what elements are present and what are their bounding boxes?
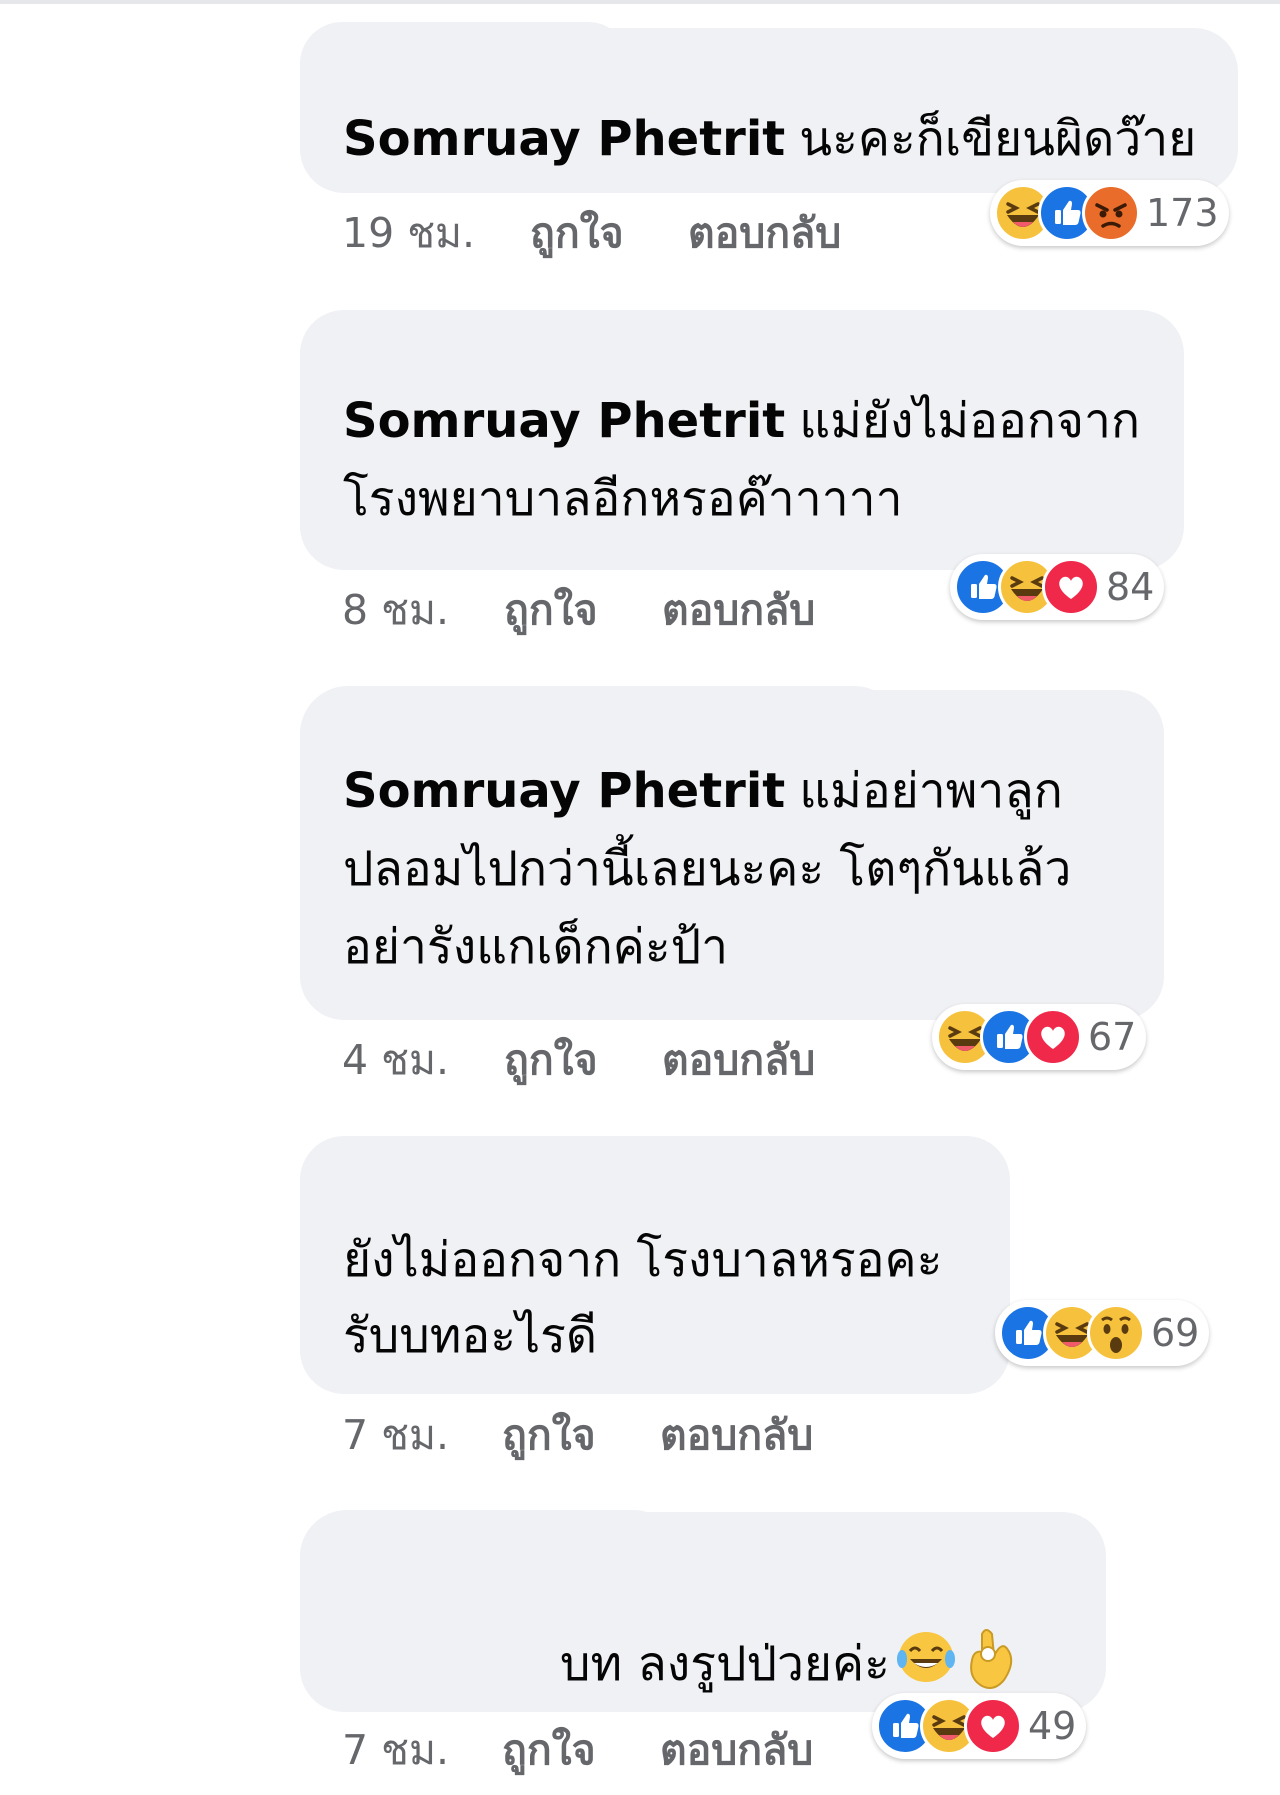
reaction-summary[interactable]: 84: [950, 554, 1165, 620]
comment-time[interactable]: 7 ชม.: [342, 1403, 502, 1468]
like-button[interactable]: ถูกใจ: [504, 1028, 662, 1093]
love-icon: [1042, 558, 1100, 616]
comment-bubble: บท ลงรูปป่วยค่ะ: [300, 1512, 1106, 1712]
wow-icon: [1087, 1304, 1145, 1362]
comment-text: โรงพยาบาลอีกหรอค๊าาาาา: [343, 471, 903, 527]
angry-icon: [1082, 184, 1140, 242]
reaction-summary[interactable]: 49: [872, 1693, 1087, 1759]
reaction-summary[interactable]: 67: [932, 1004, 1147, 1070]
comment-text: แม่อย่าพาลูก: [799, 763, 1063, 819]
reaction-count: 67: [1088, 1015, 1137, 1059]
reply-button[interactable]: ตอบกลับ: [660, 1718, 813, 1783]
reply-button[interactable]: ตอบกลับ: [662, 578, 815, 643]
like-button[interactable]: ถูกใจ: [530, 201, 688, 266]
comment-bubble: Somruay Phetrit แม่อย่าพาลูก ปลอมไปกว่านี…: [300, 690, 1164, 1020]
reaction-count: 84: [1106, 565, 1155, 609]
comment-bubble: Somruay Phetrit แม่ยังไม่ออกจาก โรงพยาบาล…: [300, 310, 1184, 570]
comment-author[interactable]: Somruay Phetrit: [343, 393, 785, 449]
comment-meta: 4 ชม. ถูกใจ ตอบกลับ: [342, 1028, 815, 1093]
comment-time[interactable]: 8 ชม.: [342, 578, 504, 643]
comment-meta: 8 ชม. ถูกใจ ตอบกลับ: [342, 578, 815, 643]
reaction-summary[interactable]: 173: [990, 180, 1229, 246]
reply-button[interactable]: ตอบกลับ: [662, 1028, 815, 1093]
comment-time[interactable]: 19 ชม.: [342, 201, 530, 266]
reaction-summary[interactable]: 69: [995, 1300, 1210, 1366]
like-button[interactable]: ถูกใจ: [502, 1403, 660, 1468]
comment-meta: 7 ชม. ถูกใจ ตอบกลับ: [342, 1718, 813, 1783]
like-button[interactable]: ถูกใจ: [504, 578, 662, 643]
love-icon: [1024, 1008, 1082, 1066]
comment-text: ปลอมไปกว่านี้เลยนะคะ โตๆกันแล้ว: [343, 841, 1072, 897]
top-divider: [0, 0, 1280, 4]
comment-time[interactable]: 7 ชม.: [342, 1718, 502, 1783]
like-button[interactable]: ถูกใจ: [502, 1718, 660, 1783]
comment-author[interactable]: Somruay Phetrit: [343, 111, 785, 167]
reaction-count: 173: [1146, 191, 1219, 235]
comment-time[interactable]: 4 ชม.: [342, 1028, 504, 1093]
comment-author[interactable]: Somruay Phetrit: [343, 763, 785, 819]
comment-text: รับบทอะไรดี: [343, 1308, 598, 1364]
comment-meta: 19 ชม. ถูกใจ ตอบกลับ: [342, 201, 841, 266]
comment-text: นะคะก็เขียนผิดว๊าย: [799, 111, 1197, 167]
comment-meta: 7 ชม. ถูกใจ ตอบกลับ: [342, 1403, 813, 1468]
comment-text: บท ลงรูปป่วยค่ะ: [560, 1636, 890, 1692]
comment-bubble: Somruay Phetrit นะคะก็เขียนผิดว๊าย: [300, 28, 1238, 193]
comment-text: อย่ารังแกเด็กค่ะป้า: [343, 919, 729, 975]
reply-button[interactable]: ตอบกลับ: [688, 201, 841, 266]
reply-button[interactable]: ตอบกลับ: [660, 1403, 813, 1468]
reaction-count: 49: [1028, 1704, 1077, 1748]
comment-text: แม่ยังไม่ออกจาก: [799, 393, 1141, 449]
comment-text: ยังไม่ออกจาก โรงบาลหรอคะ: [343, 1232, 943, 1288]
love-icon: [964, 1697, 1022, 1755]
comment-bubble: ยังไม่ออกจาก โรงบาลหรอคะ รับบทอะไรดี: [300, 1136, 1010, 1394]
reaction-count: 69: [1151, 1311, 1200, 1355]
